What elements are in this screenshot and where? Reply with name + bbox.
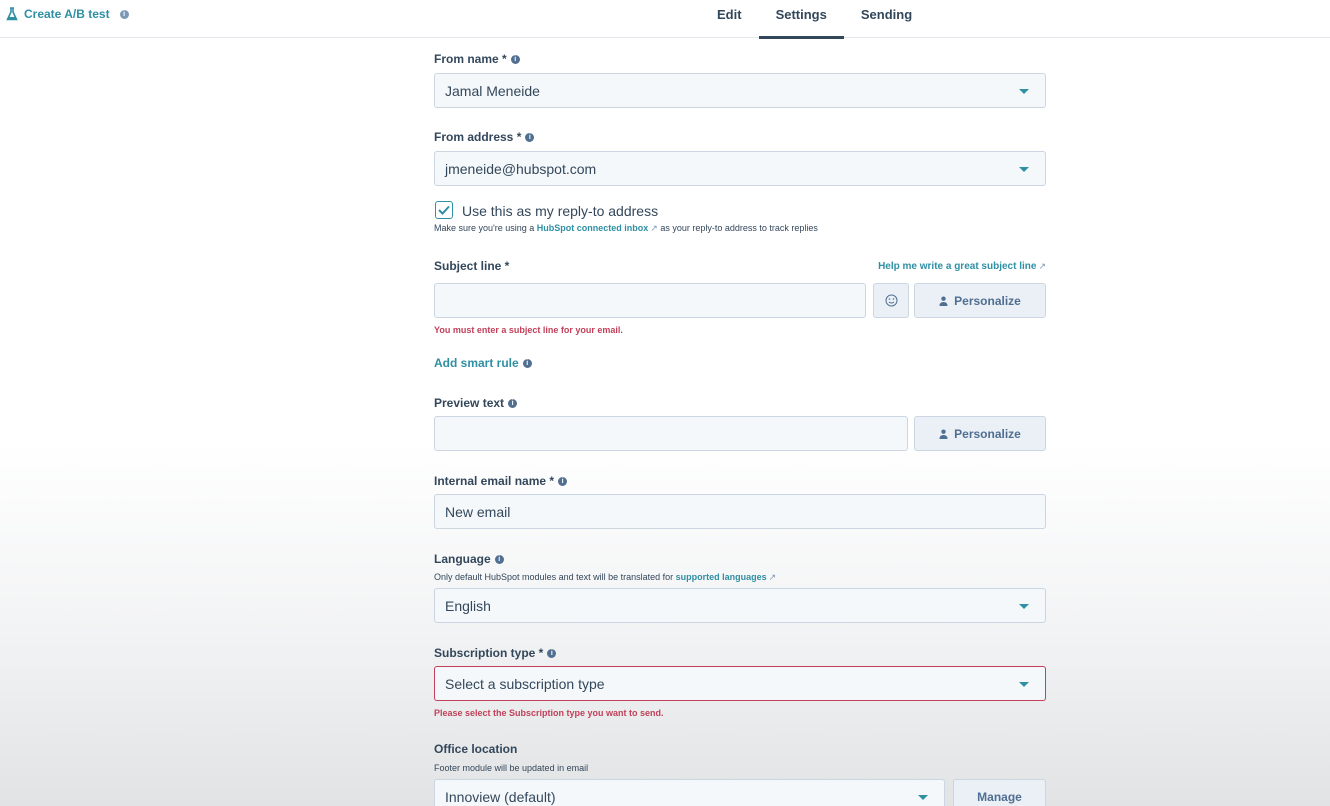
from-address-label-row: From address * i <box>434 130 535 144</box>
chevron-down-icon <box>918 795 928 800</box>
office-location-select[interactable]: Innoview (default) <box>434 779 945 806</box>
subscription-type-label-row: Subscription type * i <box>434 646 557 660</box>
preview-text-label: Preview text <box>434 396 505 410</box>
internal-name-label: Internal email name * <box>434 474 555 488</box>
info-icon[interactable]: i <box>508 399 518 409</box>
subject-personalize-label: Personalize <box>954 293 1021 308</box>
reply-to-help-suffix: as your reply-to address to track replie… <box>660 223 818 233</box>
reply-to-label: Use this as my reply-to address <box>462 203 659 219</box>
chevron-down-icon <box>1019 604 1029 609</box>
office-location-label: Office location <box>434 742 518 756</box>
create-ab-test-link[interactable]: Create A/B test i <box>6 7 129 21</box>
info-icon[interactable]: i <box>522 359 532 369</box>
reply-to-help: Make sure you're using a HubSpot connect… <box>434 223 818 234</box>
from-address-select[interactable]: jmeneide@hubspot.com <box>434 151 1046 186</box>
info-icon[interactable]: i <box>558 477 568 487</box>
emoji-button[interactable] <box>873 283 909 318</box>
reply-to-help-prefix: Make sure you're using a <box>434 223 535 233</box>
subject-help-row: Help me write a great subject line ↗ <box>878 261 1046 272</box>
from-name-value: Jamal Meneide <box>445 82 540 99</box>
tab-edit[interactable]: Edit <box>700 0 759 38</box>
help-write-subject-link[interactable]: Help me write a great subject line <box>878 261 1036 272</box>
person-icon <box>939 429 948 439</box>
from-address-label: From address * <box>434 130 522 144</box>
info-icon[interactable]: i <box>510 55 520 65</box>
info-icon[interactable]: i <box>119 9 129 19</box>
office-location-help: Footer module will be updated in email <box>434 763 589 773</box>
add-smart-rule-link[interactable]: Add smart rule <box>434 356 519 370</box>
hubspot-connected-inbox-link[interactable]: HubSpot connected inbox <box>537 223 649 233</box>
preview-personalize-label: Personalize <box>954 426 1021 441</box>
office-location-value: Innoview (default) <box>445 788 556 805</box>
external-link-icon: ↗ <box>768 572 777 582</box>
internal-name-label-row: Internal email name * i <box>434 474 568 488</box>
supported-languages-link[interactable]: supported languages <box>676 572 767 582</box>
preview-text-input[interactable] <box>434 416 908 451</box>
subject-line-input[interactable] <box>434 283 866 318</box>
tab-sending[interactable]: Sending <box>844 0 929 38</box>
manage-button[interactable]: Manage <box>953 779 1046 806</box>
external-link-icon: ↗ <box>1038 261 1046 271</box>
subject-line-label: Subject line * <box>434 259 510 273</box>
language-select[interactable]: English <box>434 588 1046 623</box>
preview-text-label-row: Preview text i <box>434 396 518 410</box>
internal-name-value: New email <box>445 503 511 520</box>
tab-settings[interactable]: Settings <box>758 0 845 39</box>
top-bar: Create A/B test i Edit Settings Sending <box>0 0 1330 39</box>
from-name-label: From name * <box>434 52 507 66</box>
add-smart-rule-row: Add smart rule i <box>434 356 532 370</box>
create-ab-test-label: Create A/B test <box>24 7 110 21</box>
info-icon[interactable]: i <box>525 133 535 143</box>
language-label-row: Language i <box>434 552 504 566</box>
language-help: Only default HubSpot modules and text wi… <box>434 572 776 583</box>
from-name-label-row: From name * i <box>434 52 520 66</box>
checkmark-icon <box>438 205 450 215</box>
subject-personalize-button[interactable]: Personalize <box>914 283 1046 318</box>
preview-personalize-button[interactable]: Personalize <box>914 416 1046 451</box>
subject-line-error: You must enter a subject line for your e… <box>434 325 623 335</box>
subscription-type-value: Select a subscription type <box>445 675 605 692</box>
person-icon <box>939 296 948 306</box>
smiley-icon <box>885 294 897 307</box>
reply-to-checkbox[interactable] <box>435 201 453 219</box>
internal-name-input[interactable]: New email <box>434 494 1046 529</box>
subscription-type-error: Please select the Subscription type you … <box>434 708 664 718</box>
from-name-select[interactable]: Jamal Meneide <box>434 73 1046 108</box>
flask-icon <box>6 7 18 21</box>
from-address-value: jmeneide@hubspot.com <box>445 160 597 177</box>
subscription-type-label: Subscription type * <box>434 646 544 660</box>
language-value: English <box>445 597 491 614</box>
language-label: Language <box>434 552 491 566</box>
info-icon[interactable]: i <box>547 649 557 659</box>
external-link-icon: ↗ <box>650 223 658 233</box>
chevron-down-icon <box>1019 682 1029 687</box>
manage-label: Manage <box>977 789 1022 804</box>
chevron-down-icon <box>1019 89 1029 94</box>
subscription-type-select[interactable]: Select a subscription type <box>434 666 1046 701</box>
info-icon[interactable]: i <box>494 555 504 565</box>
language-help-prefix: Only default HubSpot modules and text wi… <box>434 572 674 582</box>
chevron-down-icon <box>1019 167 1029 172</box>
tab-bar: Edit Settings Sending <box>700 0 929 39</box>
